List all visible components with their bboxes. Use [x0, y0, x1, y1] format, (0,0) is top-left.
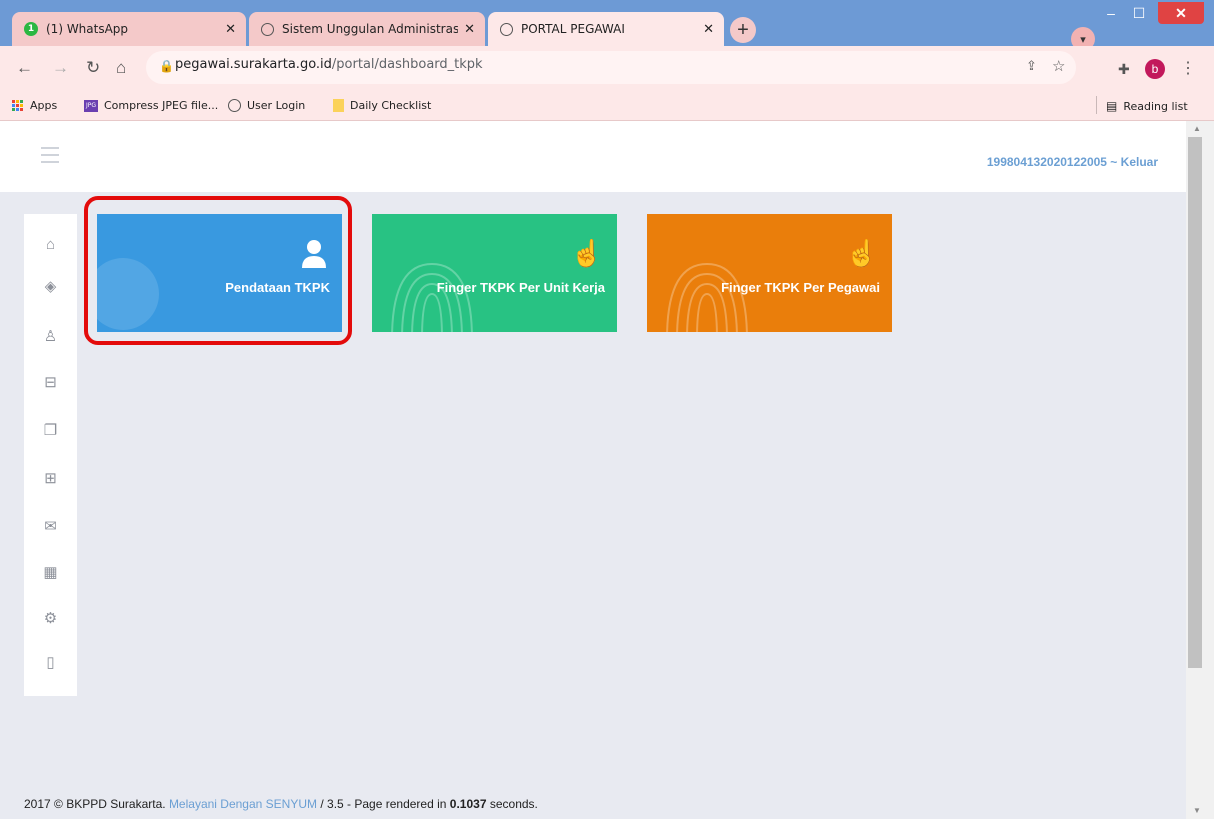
share-icon[interactable]: ⇪ [1026, 58, 1037, 74]
close-icon[interactable]: ✕ [464, 22, 475, 37]
new-tab-button[interactable]: + [730, 17, 756, 43]
footer-render-time: 0.1037 [449, 797, 487, 811]
footer-slogan-link[interactable]: Melayani Dengan SENYUM [169, 797, 317, 811]
scroll-up-icon[interactable]: ▲ [1193, 124, 1201, 133]
mail-icon[interactable]: ✉ [24, 514, 77, 538]
briefcase-icon[interactable]: ⊟ [24, 370, 77, 394]
lock-icon: 🔒 [159, 59, 174, 73]
reading-list-button[interactable]: ▤ Reading list [1106, 99, 1188, 113]
bookmark-label: Apps [30, 99, 58, 112]
footer-version: / 3.5 - Page rendered in [320, 797, 447, 811]
home-icon[interactable]: ⌂ [24, 232, 77, 256]
bookmark-user-login[interactable]: User Login [228, 99, 305, 112]
reload-icon[interactable]: ↻ [86, 58, 100, 78]
tab-title: PORTAL PEGAWAI [521, 22, 625, 36]
book-icon[interactable]: ▦ [24, 560, 77, 584]
bookmark-label: User Login [247, 99, 306, 112]
bookmark-label: Daily Checklist [350, 99, 432, 112]
star-icon[interactable]: ☆ [1052, 57, 1065, 75]
hand-pointer-icon: ☝ [570, 238, 603, 268]
whatsapp-badge-icon: 1 [24, 22, 38, 36]
reading-list-icon: ▤ [1106, 99, 1118, 113]
footer-copyright: 2017 © BKPPD Surakarta. [24, 797, 166, 811]
maximize-icon[interactable]: ☐ [1126, 2, 1152, 24]
card-label: Finger TKPK Per Pegawai [721, 280, 880, 295]
footer: 2017 © BKPPD Surakarta. Melayani Dengan … [24, 797, 538, 811]
menu-kebab-icon[interactable]: ⋮ [1180, 58, 1196, 78]
layers-icon[interactable]: ◈ [24, 274, 77, 298]
card-finger-pegawai[interactable]: ☝ Finger TKPK Per Pegawai [647, 214, 892, 332]
reading-list-label: Reading list [1123, 99, 1188, 113]
user-icon[interactable]: ♙ [24, 324, 77, 348]
hand-pointer-icon: ☝ [845, 238, 878, 268]
divider [1096, 96, 1097, 114]
bookmarks-bar: Apps JPG Compress JPEG file... User Logi… [0, 92, 1214, 121]
card-label: Finger TKPK Per Unit Kerja [436, 280, 605, 295]
home-icon[interactable]: ⌂ [116, 58, 126, 78]
close-icon[interactable]: ✕ [703, 22, 714, 37]
url-path: /portal/dashboard_tkpk [331, 57, 483, 72]
window-close-icon[interactable]: ✕ [1158, 2, 1204, 24]
tab-title: (1) WhatsApp [46, 22, 129, 36]
scroll-down-icon[interactable]: ▼ [1193, 806, 1201, 815]
minimize-icon[interactable]: – [1098, 2, 1124, 24]
globe-icon [500, 22, 513, 36]
documents-icon[interactable]: ❐ [24, 418, 77, 442]
close-icon[interactable]: ✕ [225, 22, 236, 37]
bookmark-compress-jpeg[interactable]: JPG Compress JPEG file... [84, 99, 218, 112]
tab-whatsapp[interactable]: 1 (1) WhatsApp ✕ [12, 12, 246, 46]
extensions-icon[interactable]: ✚ [1118, 61, 1130, 78]
sidebar: ⌂ ◈ ♙ ⊟ ❐ ⊞ ✉ ▦ ⚙ ▯ [24, 214, 77, 696]
url-text: pegawai.surakarta.go.id/portal/dashboard… [175, 57, 483, 72]
bookmark-daily-checklist[interactable]: Daily Checklist [333, 99, 431, 112]
footer-seconds: seconds. [489, 797, 538, 811]
highlight-annotation [84, 196, 352, 345]
folder-icon [333, 99, 344, 112]
back-icon[interactable]: ← [16, 58, 33, 78]
bookmark-label: Compress JPEG file... [104, 99, 219, 112]
tab-portal-pegawai[interactable]: PORTAL PEGAWAI ✕ [488, 12, 724, 46]
hamburger-menu-icon[interactable] [41, 147, 59, 168]
profile-avatar[interactable]: b [1145, 59, 1165, 79]
bookmark-apps[interactable]: Apps [12, 99, 57, 112]
scrollbar-thumb[interactable] [1188, 137, 1202, 668]
tab-sistem-unggulan[interactable]: Sistem Unggulan Administrasi Ke ✕ [249, 12, 485, 46]
globe-icon [228, 99, 241, 112]
user-logout-link[interactable]: 199804132020122005 ~ Keluar [987, 155, 1158, 169]
forward-icon[interactable]: → [52, 58, 69, 78]
tab-title: Sistem Unggulan Administrasi Ke [282, 22, 459, 36]
globe-icon [261, 22, 274, 36]
url-host: pegawai.surakarta.go.id [175, 57, 332, 72]
jpg-icon: JPG [84, 99, 98, 112]
card-finger-unit-kerja[interactable]: ☝ Finger TKPK Per Unit Kerja [372, 214, 617, 332]
notebook-icon[interactable]: ▯ [24, 650, 77, 674]
settings-icon[interactable]: ⚙ [24, 606, 77, 630]
apps-grid-icon [12, 99, 24, 112]
grid-icon[interactable]: ⊞ [24, 466, 77, 490]
